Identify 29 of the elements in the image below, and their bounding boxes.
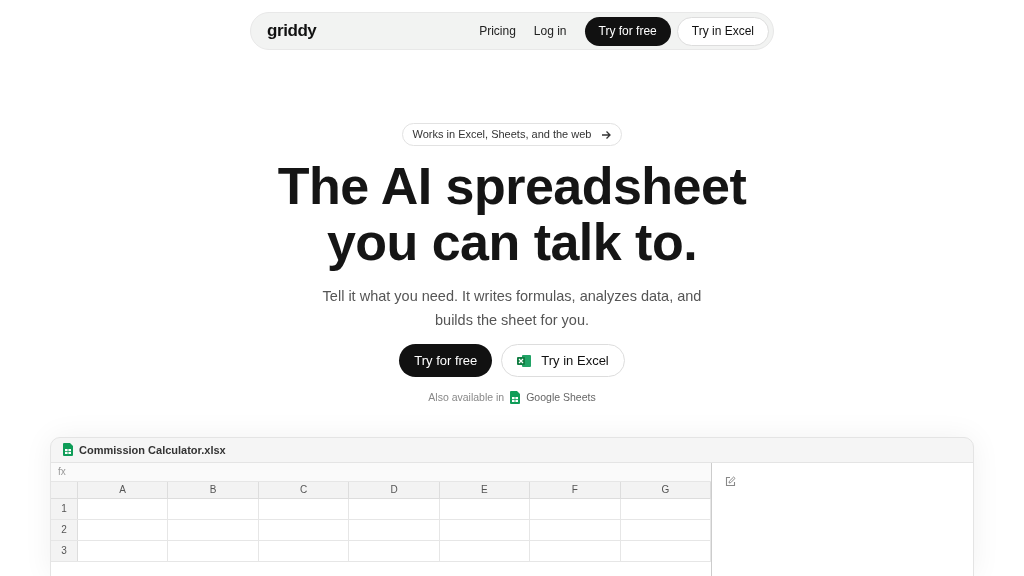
nav-link[interactable]: Log in <box>533 22 567 40</box>
column-header[interactable]: F <box>530 481 621 498</box>
column-header[interactable]: C <box>258 481 350 498</box>
spreadsheet-icon <box>510 391 521 405</box>
availability-text: Also available in <box>428 390 505 405</box>
try-free-button[interactable]: Try for free <box>399 344 493 377</box>
column-header[interactable]: E <box>439 481 531 498</box>
column-header[interactable]: A <box>78 481 169 498</box>
logo[interactable]: griddy <box>267 18 317 44</box>
file-icon <box>63 443 73 457</box>
column-header[interactable]: G <box>620 481 712 498</box>
nav-link[interactable]: Pricing <box>479 22 516 40</box>
arrow-right-icon <box>601 129 612 140</box>
row-header[interactable]: 2 <box>51 519 78 540</box>
spreadsheet-icon <box>517 353 532 368</box>
google-sheets-link[interactable]: Google Sheets <box>510 390 596 406</box>
file-name: Commission Calculator.xlsx <box>79 442 226 458</box>
row-header[interactable]: 3 <box>51 540 78 561</box>
column-header[interactable]: B <box>168 481 259 498</box>
edit-icon[interactable] <box>725 475 736 487</box>
try-free-button[interactable]: Try for free <box>584 16 671 46</box>
headline: you can talk to. <box>325 214 698 270</box>
headline: The AI spreadsheet <box>277 158 747 214</box>
row-header[interactable]: 1 <box>51 498 78 519</box>
subtitle: Tell it what you need. It writes formulas, analyzes data, and <box>322 287 702 306</box>
try-excel-button[interactable]: Try in Excel <box>501 344 625 377</box>
column-header[interactable]: D <box>349 481 440 498</box>
subtitle: builds the sheet for you. <box>434 311 590 330</box>
try-excel-button[interactable]: Try in Excel <box>676 16 769 46</box>
